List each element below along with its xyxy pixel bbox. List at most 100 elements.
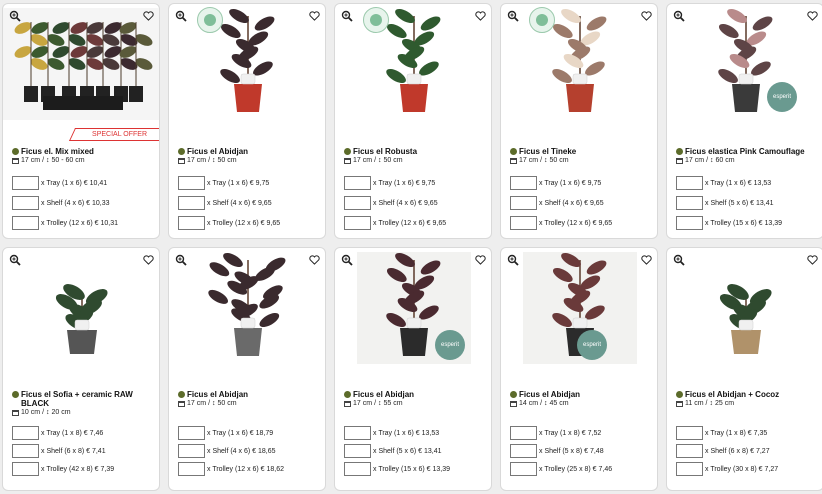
quantity-input[interactable] (12, 426, 39, 440)
quantity-input[interactable] (12, 462, 39, 476)
quantity-input[interactable] (510, 216, 537, 230)
heart-icon[interactable] (309, 11, 320, 21)
info-icon[interactable] (676, 391, 683, 398)
heart-icon[interactable] (641, 255, 652, 265)
quantity-input[interactable] (344, 176, 371, 190)
zoom-icon[interactable] (9, 254, 21, 266)
product-image[interactable] (169, 8, 325, 120)
info-icon[interactable] (12, 391, 19, 398)
product-name[interactable]: Ficus el Sofia + ceramic RAW BLACK (12, 390, 157, 408)
quantity-input[interactable] (178, 176, 205, 190)
zoom-icon[interactable] (175, 254, 187, 266)
product-card[interactable]: Ficus el Abidjan 17 cm / ↕ 50 cm x Tray (1 x … (168, 247, 326, 491)
product-card[interactable]: Ficus el Robusta 17 cm / ↕ 50 cm x Tray (1 x … (334, 3, 492, 239)
info-icon[interactable] (510, 148, 517, 155)
quantity-input[interactable] (510, 426, 537, 440)
quantity-input[interactable] (676, 196, 703, 210)
heart-icon[interactable] (807, 11, 818, 21)
zoom-icon[interactable] (673, 254, 685, 266)
product-name[interactable]: Ficus el Abidjan (510, 390, 655, 399)
quantity-input[interactable] (510, 196, 537, 210)
product-card[interactable]: Ficus el Sofia + ceramic RAW BLACK 10 cm /… (2, 247, 160, 491)
heart-icon[interactable] (143, 255, 154, 265)
heart-icon[interactable] (641, 11, 652, 21)
product-name[interactable]: Ficus el Abidjan (178, 390, 323, 399)
zoom-icon[interactable] (175, 10, 187, 22)
heart-icon[interactable] (807, 255, 818, 265)
heart-icon[interactable] (143, 11, 154, 21)
info-icon[interactable] (510, 391, 517, 398)
quantity-input[interactable] (344, 196, 371, 210)
quantity-input[interactable] (344, 426, 371, 440)
product-image[interactable] (667, 8, 822, 120)
product-name[interactable]: Ficus elastica Pink Camouflage (676, 147, 821, 156)
product-name-text[interactable]: Ficus el Abidjan + Cocoz (685, 390, 779, 399)
product-image[interactable] (335, 252, 491, 364)
product-card[interactable]: esperit Ficus elastica Pink Camouflage 17 … (666, 3, 822, 239)
product-card[interactable]: esperit Ficus el Abidjan 14 cm / ↕ 45 cm x Tra… (500, 247, 658, 491)
product-card[interactable]: Ficus el Abidjan + Cocoz 11 cm / ↕ 25 cm x Tr… (666, 247, 822, 491)
product-card[interactable]: Ficus el Tineke 17 cm / ↕ 50 cm x Tray (1 x 6… (500, 3, 658, 239)
product-name[interactable]: Ficus el Robusta (344, 147, 489, 156)
product-image[interactable] (335, 8, 491, 120)
quantity-input[interactable] (676, 176, 703, 190)
quantity-input[interactable] (12, 216, 39, 230)
zoom-icon[interactable] (341, 254, 353, 266)
heart-icon[interactable] (475, 255, 486, 265)
info-icon[interactable] (12, 148, 19, 155)
product-card[interactable]: esperit Ficus el Abidjan 17 cm / ↕ 55 cm x Tra… (334, 247, 492, 491)
product-name[interactable]: Ficus el. Mix mixed (12, 147, 157, 156)
product-name[interactable]: Ficus el Abidjan (344, 390, 489, 399)
info-icon[interactable] (178, 148, 185, 155)
product-name-text[interactable]: Ficus elastica Pink Camouflage (685, 147, 805, 156)
quantity-input[interactable] (510, 444, 537, 458)
quantity-input[interactable] (12, 176, 39, 190)
product-name-text[interactable]: Ficus el Abidjan (519, 390, 580, 399)
quantity-input[interactable] (344, 462, 371, 476)
info-icon[interactable] (676, 148, 683, 155)
quantity-input[interactable] (510, 176, 537, 190)
product-image[interactable] (169, 252, 325, 364)
info-icon[interactable] (344, 391, 351, 398)
quantity-input[interactable] (676, 462, 703, 476)
product-image[interactable] (667, 252, 822, 364)
product-card[interactable]: Ficus el Abidjan 17 cm / ↕ 50 cm x Tray (1 x … (168, 3, 326, 239)
product-image[interactable] (3, 8, 159, 120)
zoom-icon[interactable] (341, 10, 353, 22)
product-name-text[interactable]: Ficus el Tineke (519, 147, 576, 156)
product-name-text[interactable]: Ficus el Robusta (353, 147, 417, 156)
zoom-icon[interactable] (9, 10, 21, 22)
quantity-input[interactable] (676, 216, 703, 230)
product-card[interactable]: SPECIAL OFFER Ficus el. Mix mixed 17 cm / ↕ 5… (2, 3, 160, 239)
info-icon[interactable] (178, 391, 185, 398)
product-image[interactable] (3, 252, 159, 364)
quantity-input[interactable] (344, 216, 371, 230)
product-name-text[interactable]: Ficus el Abidjan (353, 390, 414, 399)
zoom-icon[interactable] (507, 254, 519, 266)
heart-icon[interactable] (475, 11, 486, 21)
height-icon: ↕ (212, 157, 216, 164)
product-name-text[interactable]: Ficus el Abidjan (187, 390, 248, 399)
product-name[interactable]: Ficus el Tineke (510, 147, 655, 156)
product-name[interactable]: Ficus el Abidjan + Cocoz (676, 390, 821, 399)
info-icon[interactable] (344, 148, 351, 155)
product-image[interactable] (501, 8, 657, 120)
quantity-input[interactable] (178, 196, 205, 210)
quantity-input[interactable] (178, 216, 205, 230)
zoom-icon[interactable] (507, 10, 519, 22)
product-name-text[interactable]: Ficus el Abidjan (187, 147, 248, 156)
quantity-input[interactable] (12, 444, 39, 458)
product-name-text[interactable]: Ficus el. Mix mixed (21, 147, 94, 156)
quantity-input[interactable] (676, 426, 703, 440)
quantity-input[interactable] (12, 196, 39, 210)
heart-icon[interactable] (309, 255, 320, 265)
product-name-text[interactable]: Ficus el Sofia + ceramic RAW BLACK (21, 390, 157, 408)
quantity-input[interactable] (676, 444, 703, 458)
quantity-input[interactable] (510, 462, 537, 476)
zoom-icon[interactable] (673, 10, 685, 22)
quantity-input[interactable] (178, 426, 205, 440)
product-name[interactable]: Ficus el Abidjan (178, 147, 323, 156)
quantity-input[interactable] (178, 462, 205, 476)
quantity-input[interactable] (344, 444, 371, 458)
quantity-input[interactable] (178, 444, 205, 458)
